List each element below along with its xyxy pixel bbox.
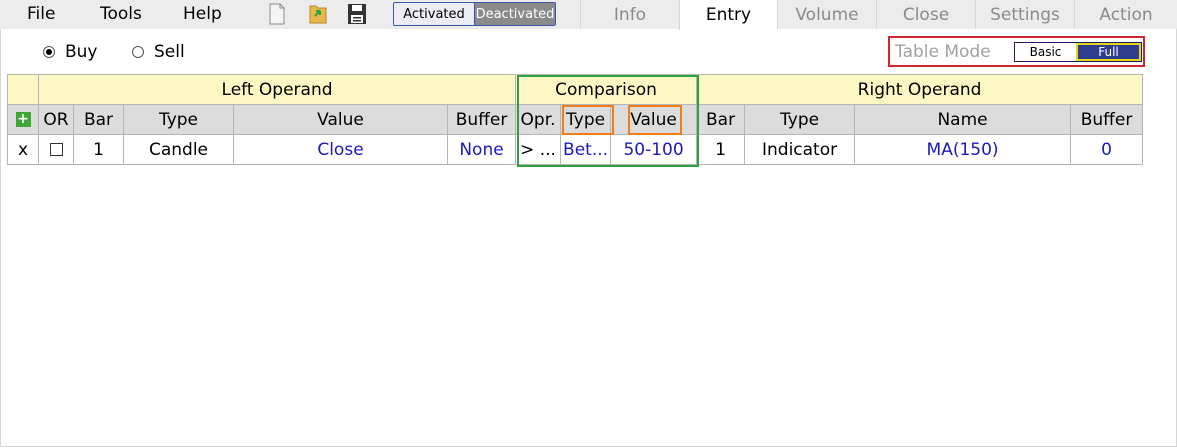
open-folder-icon[interactable] bbox=[308, 3, 328, 30]
tab-action[interactable]: Action bbox=[1074, 0, 1177, 29]
col-opr: Opr. bbox=[515, 104, 562, 135]
sell-label: Sell bbox=[154, 42, 185, 62]
col-or: OR bbox=[38, 104, 74, 135]
cell-bar[interactable]: 1 bbox=[73, 134, 124, 165]
col-type: Type bbox=[123, 104, 234, 135]
col-right-bar: Bar bbox=[696, 104, 746, 135]
col-right-type: Type bbox=[744, 104, 856, 135]
plus-icon: + bbox=[15, 111, 31, 127]
cell-right-bar[interactable]: 1 bbox=[696, 134, 746, 165]
cell-value[interactable]: Close bbox=[233, 134, 448, 165]
tab-close[interactable]: Close bbox=[876, 0, 975, 29]
activation-toggle[interactable]: Activated Deactivated bbox=[393, 2, 556, 26]
tab-info[interactable]: Info bbox=[580, 0, 679, 29]
group-header-comparison: Comparison bbox=[515, 74, 698, 105]
col-buffer: Buffer bbox=[446, 104, 517, 135]
tab-settings[interactable]: Settings bbox=[975, 0, 1074, 29]
cell-right-buffer[interactable]: 0 bbox=[1070, 134, 1144, 165]
menu-help[interactable]: Help bbox=[183, 3, 222, 25]
menu-file[interactable]: File bbox=[27, 3, 55, 25]
cell-cmp-type[interactable]: Bet... bbox=[560, 134, 612, 165]
tab-volume[interactable]: Volume bbox=[777, 0, 876, 29]
top-toolbar: File Tools Help Activated Deactivated In… bbox=[0, 0, 1177, 30]
table-mode-control: Table Mode Basic Full bbox=[888, 36, 1145, 67]
col-right-name: Name bbox=[854, 104, 1072, 135]
table-mode-basic[interactable]: Basic bbox=[1015, 43, 1076, 61]
table-mode-label: Table Mode bbox=[895, 42, 991, 62]
cell-right-name[interactable]: MA(150) bbox=[854, 134, 1072, 165]
deactivated-option[interactable]: Deactivated bbox=[474, 3, 555, 25]
col-cmp-type: Type bbox=[560, 104, 612, 135]
cell-opr[interactable]: > ... bbox=[515, 134, 562, 165]
table-row: x 1 Candle Close None > ... Bet... 50-10… bbox=[7, 134, 1144, 165]
cell-type[interactable]: Candle bbox=[123, 134, 234, 165]
cell-right-type[interactable]: Indicator bbox=[744, 134, 856, 165]
cell-buffer[interactable]: None bbox=[446, 134, 517, 165]
new-document-icon[interactable] bbox=[268, 3, 286, 30]
radio-selected-icon bbox=[43, 46, 55, 58]
col-right-buffer: Buffer bbox=[1070, 104, 1144, 135]
col-bar: Bar bbox=[73, 104, 124, 135]
tab-entry[interactable]: Entry bbox=[679, 0, 777, 30]
group-header-right-operand: Right Operand bbox=[696, 74, 1144, 105]
or-checkbox-cell[interactable] bbox=[38, 134, 74, 165]
checkbox-icon[interactable] bbox=[49, 143, 63, 156]
buy-label: Buy bbox=[65, 42, 98, 62]
group-header-left-operand: Left Operand bbox=[37, 74, 517, 105]
activated-option[interactable]: Activated bbox=[394, 3, 474, 25]
add-row-button[interactable]: + bbox=[7, 104, 39, 135]
table-mode-toggle[interactable]: Basic Full bbox=[1014, 42, 1142, 62]
sell-radio[interactable]: Sell bbox=[132, 42, 185, 62]
menu-tools[interactable]: Tools bbox=[100, 3, 142, 25]
conditions-table: Left Operand Comparison Right Operand + … bbox=[7, 74, 1144, 165]
table-mode-full[interactable]: Full bbox=[1076, 43, 1141, 61]
save-disk-icon[interactable] bbox=[347, 3, 367, 30]
radio-unselected-icon bbox=[132, 46, 144, 58]
col-cmp-value: Value bbox=[610, 104, 698, 135]
delete-row-button[interactable]: x bbox=[7, 134, 39, 165]
col-value: Value bbox=[233, 104, 448, 135]
cell-cmp-value[interactable]: 50-100 bbox=[610, 134, 698, 165]
group-header-blank bbox=[7, 74, 39, 105]
buy-radio[interactable]: Buy bbox=[43, 42, 98, 62]
